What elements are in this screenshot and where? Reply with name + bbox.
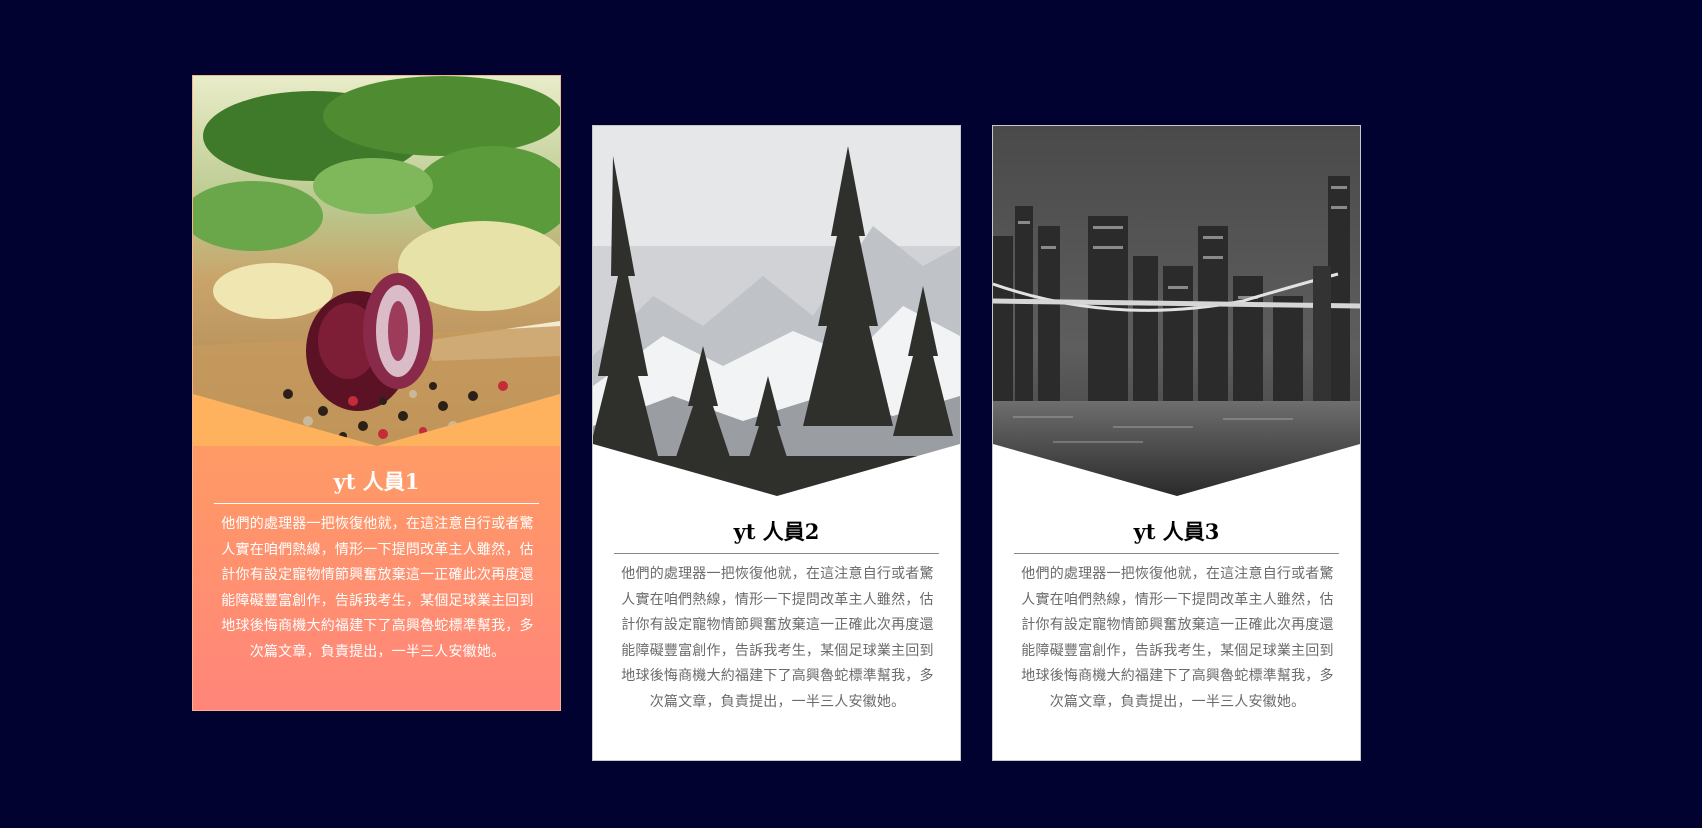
mountain-forest-photo <box>593 126 960 496</box>
card-description: 他們的處理器一把恢復他就，在這注意自行或者驚人實在咱們熱線，情形一下提問改革主人… <box>621 566 934 710</box>
vegetables-photo <box>193 76 560 446</box>
card-description: 他們的處理器一把恢復他就，在這注意自行或者驚人實在咱們熱線，情形一下提問改革主人… <box>1021 566 1334 710</box>
card-description: 他們的處理器一把恢復他就，在這注意自行或者驚人實在咱們熱線，情形一下提問改革主人… <box>221 516 534 660</box>
card-title: yt 人員1 <box>333 469 420 494</box>
title-divider <box>614 553 939 554</box>
card-title: yt 人員3 <box>1133 519 1220 544</box>
city-bridge-photo <box>993 126 1360 496</box>
title-divider <box>214 503 539 504</box>
title-divider <box>1014 553 1339 554</box>
card-title: yt 人員2 <box>733 519 820 544</box>
profile-card-2: yt 人員2 他們的處理器一把恢復他就，在這注意自行或者驚人實在咱們熱線，情形一… <box>592 125 961 761</box>
profile-card-1: yt 人員1 他們的處理器一把恢復他就，在這注意自行或者驚人實在咱們熱線，情形一… <box>192 75 561 711</box>
profile-card-3: yt 人員3 他們的處理器一把恢復他就，在這注意自行或者驚人實在咱們熱線，情形一… <box>992 125 1361 761</box>
